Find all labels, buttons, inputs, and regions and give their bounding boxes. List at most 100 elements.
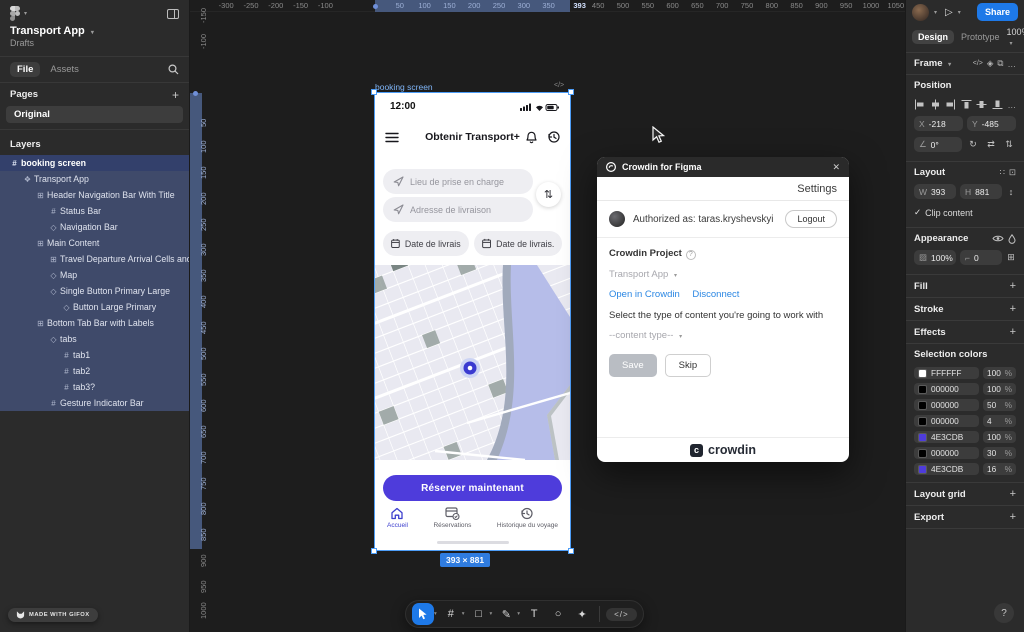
color-chip[interactable]: 000000 <box>914 447 979 459</box>
frame-tool[interactable]: # <box>440 603 462 625</box>
logout-button[interactable]: Logout <box>785 210 837 228</box>
color-chip[interactable]: 4E3CDB <box>914 431 979 443</box>
layer-row[interactable]: ◇ Navigation Bar <box>0 219 189 235</box>
plugin-titlebar[interactable]: Crowdin for Figma ✕ <box>597 157 849 177</box>
layer-row[interactable]: ⊞ Travel Departure Arrival Cells and Dat… <box>0 251 189 267</box>
align-bottom-icon[interactable] <box>992 99 1003 110</box>
user-avatar[interactable] <box>912 4 929 21</box>
skip-button[interactable]: Skip <box>665 354 711 377</box>
constrain-proportions-icon[interactable]: ↕ <box>1006 187 1016 197</box>
create-component-icon[interactable]: ◈ <box>987 58 994 69</box>
save-button[interactable]: Save <box>609 354 657 377</box>
clip-content-checkbox[interactable]: ✓ <box>914 207 921 218</box>
selection-handle[interactable] <box>371 548 377 554</box>
blend-drop-icon[interactable] <box>1008 234 1016 244</box>
file-title[interactable]: Transport App ▾ <box>0 23 189 37</box>
independent-corners-icon[interactable]: ⊞ <box>1006 252 1016 263</box>
add-page-button[interactable]: + <box>172 91 179 99</box>
dev-code-icon[interactable]: </> <box>554 82 564 89</box>
corner-radius-input[interactable]: ⌐0 <box>960 250 1002 265</box>
canvas[interactable]: -300-250-200-150-10050100150200250300350… <box>190 0 905 632</box>
frame-section-label[interactable]: Frame ▾ <box>914 58 969 69</box>
color-chip[interactable]: FFFFFF <box>914 367 979 379</box>
chevron-down-icon[interactable]: ▾ <box>517 611 520 617</box>
tab-assets[interactable]: Assets <box>50 64 79 75</box>
selection-color-row[interactable]: 000000 4% <box>906 413 1024 429</box>
layer-row[interactable]: # booking screen <box>0 155 189 171</box>
delivery-address-input[interactable]: Adresse de livraison <box>383 197 533 222</box>
book-now-button[interactable]: Réserver maintenant <box>383 475 562 501</box>
comment-tool[interactable]: ○ <box>547 603 569 625</box>
layer-row[interactable]: ◇ Map <box>0 267 189 283</box>
project-select[interactable]: Transport App ▾ <box>609 269 837 280</box>
layer-row[interactable]: # tab1 <box>0 347 189 363</box>
dev-code-icon[interactable]: </> <box>973 60 983 67</box>
selection-color-row[interactable]: 000000 50% <box>906 397 1024 413</box>
help-info-icon[interactable]: ? <box>686 250 696 260</box>
layout-options-icon[interactable]: ⊡ <box>1009 167 1016 178</box>
width-input[interactable]: W393 <box>914 184 956 199</box>
tab-file[interactable]: File <box>10 62 40 77</box>
tab-prototype[interactable]: Prototype <box>961 32 1000 42</box>
layer-row[interactable]: ⊞ Main Content <box>0 235 189 251</box>
selection-color-row[interactable]: 4E3CDB 100% <box>906 429 1024 445</box>
align-top-icon[interactable] <box>961 99 972 110</box>
add-layout-grid-button[interactable]: + <box>1010 488 1016 500</box>
selection-color-row[interactable]: 000000 100% <box>906 381 1024 397</box>
opacity-chip[interactable]: 50% <box>983 399 1016 411</box>
opacity-chip[interactable]: 100% <box>983 383 1016 395</box>
color-chip[interactable]: 000000 <box>914 399 979 411</box>
chevron-down-icon[interactable]: ▾ <box>958 9 961 16</box>
opacity-input[interactable]: ▨100% <box>914 250 956 265</box>
tab-design[interactable]: Design <box>912 30 954 44</box>
opacity-chip[interactable]: 4% <box>983 415 1016 427</box>
tab-historique[interactable]: Historique du voyage <box>497 507 558 529</box>
text-tool[interactable]: T <box>523 603 545 625</box>
layer-row[interactable]: ⊞ Bottom Tab Bar with Labels <box>0 315 189 331</box>
layer-row[interactable]: ◇ Single Button Primary Large <box>0 283 189 299</box>
collapse-panel-icon[interactable] <box>167 9 179 19</box>
chevron-down-icon[interactable]: ▾ <box>434 611 437 617</box>
layer-row[interactable]: ◇ tabs <box>0 331 189 347</box>
selection-color-row[interactable]: 4E3CDB 16% <box>906 461 1024 477</box>
opacity-chip[interactable]: 100% <box>983 431 1016 443</box>
selection-color-row[interactable]: 000000 30% <box>906 445 1024 461</box>
layer-row[interactable]: # Gesture Indicator Bar <box>0 395 189 411</box>
align-h-center-icon[interactable] <box>930 99 941 110</box>
dev-mode-toggle[interactable]: </> <box>606 608 637 621</box>
flip-horizontal-icon[interactable]: ⇄ <box>984 139 998 150</box>
disconnect-link[interactable]: Disconnect <box>692 289 739 300</box>
align-v-center-icon[interactable] <box>976 99 987 110</box>
open-in-crowdin-link[interactable]: Open in Crowdin <box>609 289 680 300</box>
search-icon[interactable] <box>168 64 179 75</box>
add-effect-button[interactable]: + <box>1010 326 1016 338</box>
color-chip[interactable]: 000000 <box>914 383 979 395</box>
page-item-original[interactable]: Original <box>6 106 183 123</box>
chevron-down-icon[interactable]: ▾ <box>462 611 465 617</box>
opacity-chip[interactable]: 100% <box>983 367 1016 379</box>
chevron-down-icon[interactable]: ▾ <box>934 9 937 16</box>
date-field-2[interactable]: Date de livrais... <box>474 231 562 256</box>
height-input[interactable]: H881 <box>960 184 1002 199</box>
layer-row[interactable]: ◇ Button Large Primary <box>0 299 189 315</box>
selection-handle[interactable] <box>568 89 574 95</box>
map[interactable] <box>375 265 570 460</box>
y-position-input[interactable]: Y-485 <box>967 116 1016 131</box>
add-export-button[interactable]: + <box>1010 511 1016 523</box>
selection-handle[interactable] <box>371 89 377 95</box>
mask-icon[interactable]: ⧉ <box>997 58 1003 69</box>
rotation-input[interactable]: ∠0° <box>914 137 962 152</box>
booking-screen-frame[interactable]: 12:00 Obtenir Transport+ <box>375 93 570 550</box>
layer-row[interactable]: # Status Bar <box>0 203 189 219</box>
shape-tool[interactable]: □ <box>468 603 490 625</box>
layer-row[interactable]: # tab3? <box>0 379 189 395</box>
autolayout-grid-icon[interactable]: ∷ <box>999 167 1004 178</box>
notifications-bell-icon[interactable] <box>525 130 538 144</box>
rotate-icon[interactable]: ↻ <box>966 139 980 150</box>
swap-addresses-button[interactable]: ⇅ <box>536 182 561 207</box>
x-position-input[interactable]: X-218 <box>914 116 963 131</box>
share-button[interactable]: Share <box>977 3 1018 21</box>
frame-name-label[interactable]: booking screen <box>375 82 433 92</box>
more-align-icon[interactable]: … <box>1007 100 1016 110</box>
more-icon[interactable]: … <box>1008 59 1017 69</box>
